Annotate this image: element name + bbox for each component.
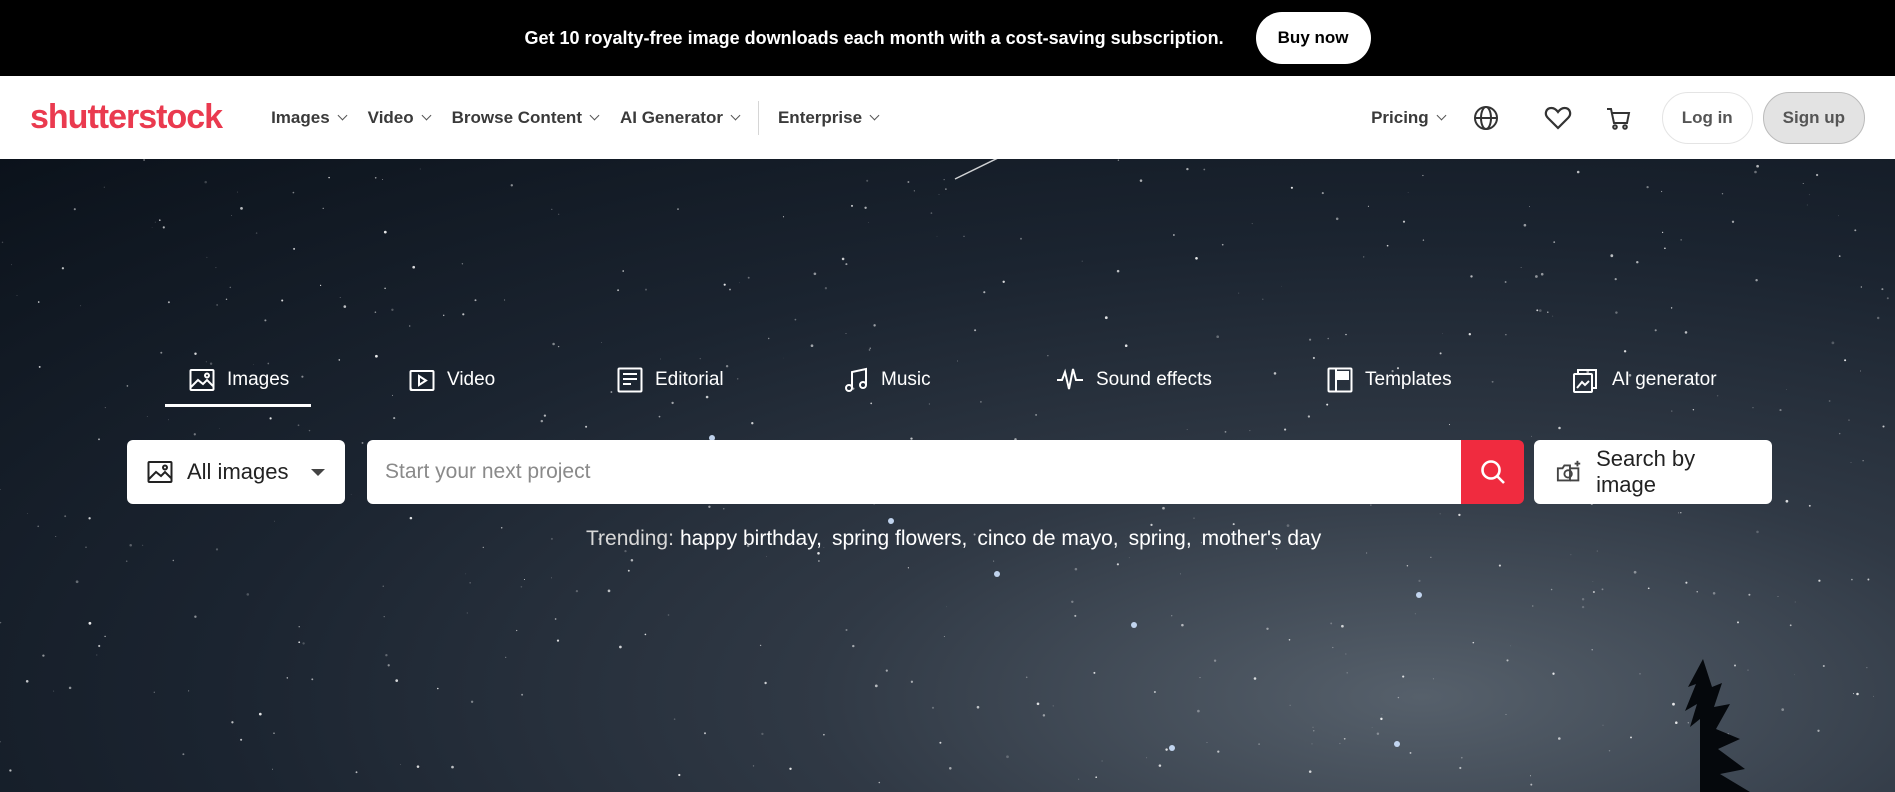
nav-menu: Images Video Browse Content AI Generator… — [260, 98, 889, 138]
chevron-down-icon — [730, 110, 741, 121]
trending-link[interactable]: spring flowers, — [832, 527, 967, 551]
tab-label: Sound effects — [1096, 369, 1212, 390]
tab-images[interactable]: Images — [164, 357, 312, 407]
trending-link[interactable]: cinco de mayo, — [977, 527, 1118, 551]
globe-icon — [1473, 105, 1498, 130]
nav-item-label: Video — [367, 107, 414, 127]
asset-type-dropdown[interactable]: All images — [127, 440, 345, 504]
tab-video[interactable]: Video — [409, 357, 495, 403]
nav-item-enterprise[interactable]: Enterprise — [767, 98, 889, 138]
tab-label: Music — [881, 369, 931, 390]
nav-actions: Pricing Log in Sign up — [1360, 91, 1865, 144]
favorites-button[interactable] — [1536, 96, 1580, 140]
chevron-down-icon — [421, 110, 432, 121]
camera-plus-icon — [1556, 460, 1581, 482]
buy-now-button[interactable]: Buy now — [1255, 12, 1371, 64]
nav-item-label: Browse Content — [451, 107, 582, 127]
caret-down-icon — [311, 468, 325, 476]
search-icon — [1480, 460, 1505, 484]
tab-music[interactable]: Music — [843, 357, 931, 403]
chevron-down-icon — [869, 110, 880, 121]
nav-item-label: AI Generator — [619, 107, 723, 127]
trending-link[interactable]: mother's day — [1202, 527, 1322, 551]
top-nav: shutterstock Images Video Browse Content… — [0, 76, 1895, 159]
tab-label: Templates — [1365, 369, 1452, 390]
chevron-down-icon — [1436, 110, 1447, 121]
trending-link[interactable]: happy birthday, — [680, 527, 822, 551]
tab-label: Images — [227, 369, 290, 390]
heart-icon — [1544, 106, 1571, 130]
tab-label: Editorial — [655, 369, 724, 390]
chevron-down-icon — [589, 110, 600, 121]
hero-section: Images Video Editorial Music Sound effec… — [0, 159, 1895, 792]
templates-icon — [1327, 367, 1353, 393]
search-input[interactable] — [367, 440, 1461, 504]
trending-searches: Trending: happy birthday, spring flowers… — [586, 527, 1325, 551]
nav-item-ai-generator[interactable]: AI Generator — [609, 98, 750, 138]
nav-divider — [757, 100, 759, 135]
media-type-tabs: Images Video Editorial Music Sound effec… — [0, 357, 1895, 407]
image-icon — [189, 369, 215, 391]
tab-templates[interactable]: Templates — [1327, 357, 1452, 403]
waveform-icon — [1057, 368, 1083, 390]
trending-link[interactable]: spring, — [1129, 527, 1192, 551]
nav-item-images[interactable]: Images — [260, 98, 357, 138]
tab-label: AI generator — [1612, 369, 1717, 390]
ai-generator-icon — [1573, 369, 1597, 393]
chevron-down-icon — [337, 110, 348, 121]
pricing-label: Pricing — [1371, 107, 1429, 127]
search-by-image-label: Search by image — [1596, 446, 1696, 497]
tab-ai-generator[interactable]: AI generator — [1572, 357, 1717, 403]
image-icon — [147, 461, 173, 483]
trending-label: Trending: — [586, 527, 674, 550]
search-bar: All images Search by image — [0, 440, 1895, 504]
music-note-icon — [845, 367, 867, 392]
promo-banner: Get 10 royalty-free image downloads each… — [0, 0, 1895, 76]
nav-item-video[interactable]: Video — [357, 98, 441, 138]
language-button[interactable] — [1464, 96, 1508, 140]
tab-label: Video — [447, 369, 496, 390]
nav-item-browse-content[interactable]: Browse Content — [441, 98, 609, 138]
cart-icon — [1606, 107, 1630, 130]
signup-button[interactable]: Sign up — [1762, 91, 1865, 144]
editorial-icon — [617, 367, 643, 393]
nav-item-label: Images — [271, 107, 330, 127]
promo-text: Get 10 royalty-free image downloads each… — [524, 27, 1224, 48]
search-button[interactable] — [1461, 440, 1524, 504]
shutterstock-logo[interactable]: shutterstock — [30, 98, 223, 137]
nav-item-label: Enterprise — [777, 107, 863, 127]
video-icon — [409, 370, 435, 391]
asset-type-value: All images — [187, 459, 289, 484]
cart-button[interactable] — [1596, 96, 1640, 140]
search-by-image-button[interactable]: Search by image — [1534, 440, 1772, 504]
login-button[interactable]: Log in — [1661, 91, 1753, 144]
tab-editorial[interactable]: Editorial — [617, 357, 724, 403]
pricing-menu[interactable]: Pricing — [1360, 98, 1456, 138]
tab-sound-effects[interactable]: Sound effects — [1056, 357, 1212, 403]
